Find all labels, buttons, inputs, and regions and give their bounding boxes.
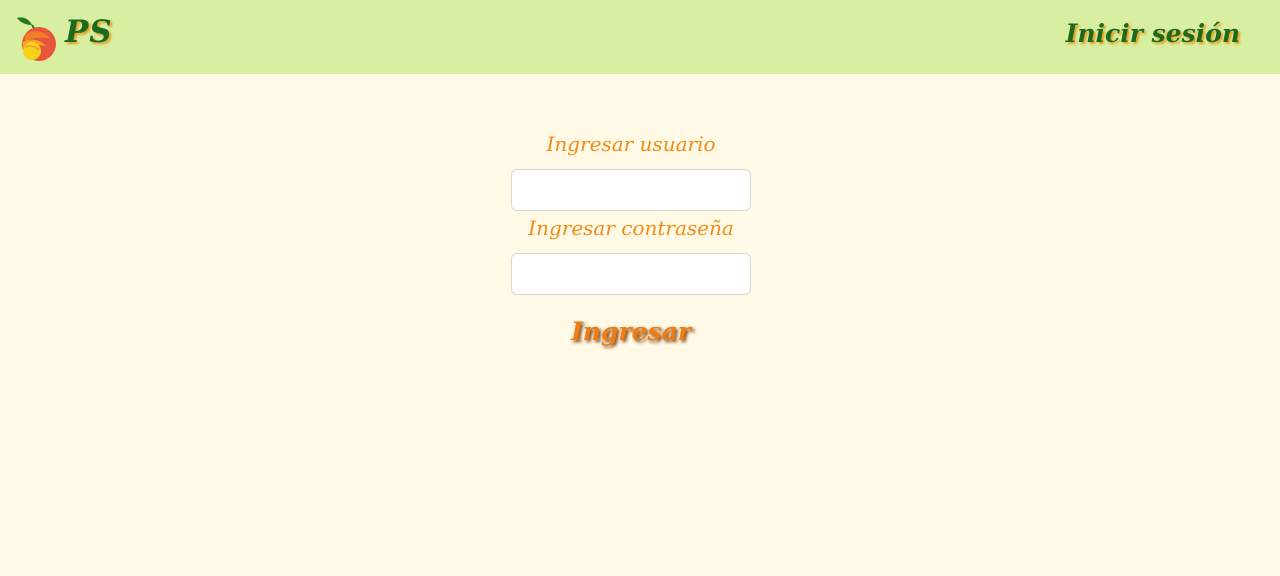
- login-button[interactable]: Ingresar: [571, 317, 691, 346]
- login-form: Ingresar usuario Ingresar contraseña Ing…: [510, 128, 752, 346]
- brand-name[interactable]: PS: [65, 14, 113, 50]
- top-bar: PS Inicir sesión: [0, 0, 1280, 74]
- username-label: Ingresar usuario: [546, 132, 716, 156]
- peach-logo-icon[interactable]: [15, 15, 61, 61]
- password-label: Ingresar contraseña: [528, 216, 734, 240]
- page-title: Inicir sesión: [1065, 19, 1240, 48]
- username-input[interactable]: [511, 169, 751, 211]
- password-input[interactable]: [511, 253, 751, 295]
